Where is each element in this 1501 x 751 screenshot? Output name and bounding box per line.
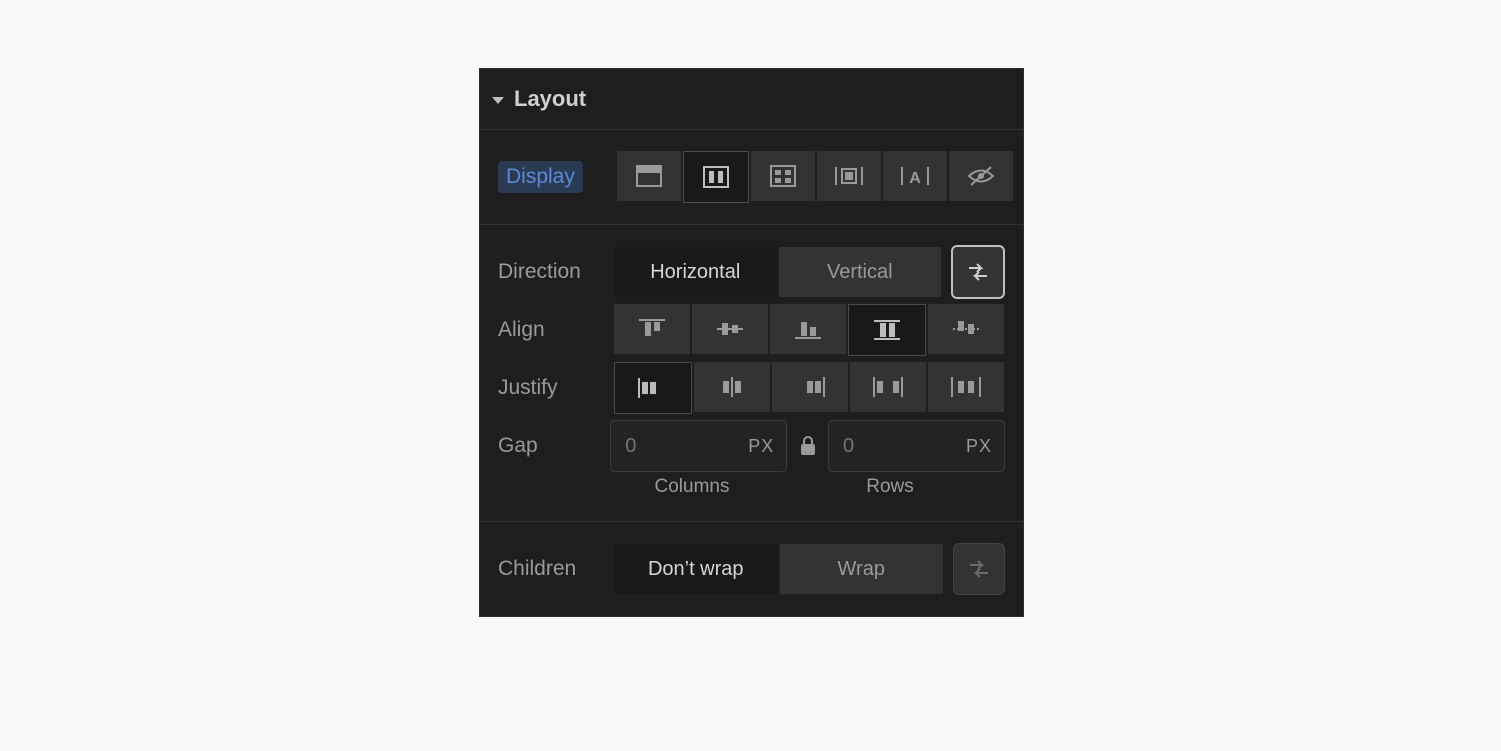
display-flex-button[interactable] (683, 151, 749, 203)
gap-rows-sublabel: Rows (812, 476, 968, 498)
panel-header[interactable]: Layout (480, 69, 1023, 129)
gap-columns-sublabel: Columns (614, 476, 770, 498)
justify-label: Justify (498, 376, 614, 400)
align-button-group (614, 304, 1004, 356)
gap-columns-input-wrap: PX (610, 420, 787, 472)
grid-icon (770, 165, 796, 187)
swap-arrows-dim-icon (966, 558, 992, 580)
justify-button-group (614, 362, 1004, 414)
gap-label: Gap (498, 434, 610, 458)
direction-label: Direction (498, 260, 614, 284)
collapse-triangle-icon (492, 97, 504, 104)
display-inline-button[interactable]: A (883, 151, 947, 201)
display-none-button[interactable] (949, 151, 1013, 201)
align-stretch-button[interactable] (848, 304, 926, 356)
children-segmented: Don’t wrap Wrap (614, 544, 943, 594)
align-start-button[interactable] (614, 304, 690, 354)
hidden-eye-icon (967, 165, 995, 187)
display-section: Display A (480, 129, 1023, 224)
justify-end-icon (793, 375, 827, 399)
align-center-button[interactable] (692, 304, 768, 354)
align-baseline-button[interactable] (928, 304, 1004, 354)
inline-block-icon (834, 165, 864, 187)
justify-around-button[interactable] (928, 362, 1004, 412)
gap-rows-input-wrap: PX (828, 420, 1005, 472)
justify-between-button[interactable] (850, 362, 926, 412)
align-start-icon (637, 317, 667, 341)
direction-vertical-button[interactable]: Vertical (779, 247, 942, 297)
align-label: Align (498, 318, 614, 342)
display-grid-button[interactable] (751, 151, 815, 201)
svg-text:A: A (909, 170, 921, 187)
align-center-icon (715, 317, 745, 341)
justify-center-icon (715, 375, 749, 399)
display-label[interactable]: Display (498, 161, 583, 193)
display-inline-block-button[interactable] (817, 151, 881, 201)
children-wrap-button[interactable]: Wrap (780, 544, 944, 594)
block-icon (636, 165, 662, 187)
align-baseline-icon (951, 317, 981, 341)
inline-icon: A (900, 165, 930, 187)
justify-around-icon (949, 375, 983, 399)
gap-columns-input[interactable] (623, 434, 677, 459)
panel-title: Layout (514, 86, 586, 112)
gap-columns-unit[interactable]: PX (748, 436, 774, 457)
justify-center-button[interactable] (694, 362, 770, 412)
gap-rows-unit[interactable]: PX (966, 436, 992, 457)
gap-rows-input[interactable] (841, 434, 895, 459)
reverse-direction-button[interactable] (951, 245, 1005, 299)
align-end-icon (793, 317, 823, 341)
children-section: Children Don’t wrap Wrap (480, 521, 1023, 616)
flex-icon (703, 166, 729, 188)
align-stretch-icon (872, 318, 902, 342)
justify-end-button[interactable] (772, 362, 848, 412)
children-nowrap-button[interactable]: Don’t wrap (614, 544, 778, 594)
direction-segmented: Horizontal Vertical (614, 247, 941, 297)
justify-start-icon (636, 376, 670, 400)
reverse-wrap-button[interactable] (953, 543, 1005, 595)
justify-between-icon (871, 375, 905, 399)
flex-section: Direction Horizontal Vertical Align (480, 224, 1023, 521)
direction-horizontal-button[interactable]: Horizontal (614, 247, 777, 297)
swap-arrows-icon (965, 261, 991, 283)
gap-lock-button[interactable] (787, 435, 828, 457)
display-block-button[interactable] (617, 151, 681, 201)
align-end-button[interactable] (770, 304, 846, 354)
lock-icon (799, 435, 817, 457)
display-button-group: A (617, 151, 1013, 203)
children-label: Children (498, 557, 614, 581)
justify-start-button[interactable] (614, 362, 692, 414)
layout-panel: Layout Display A (479, 68, 1024, 617)
